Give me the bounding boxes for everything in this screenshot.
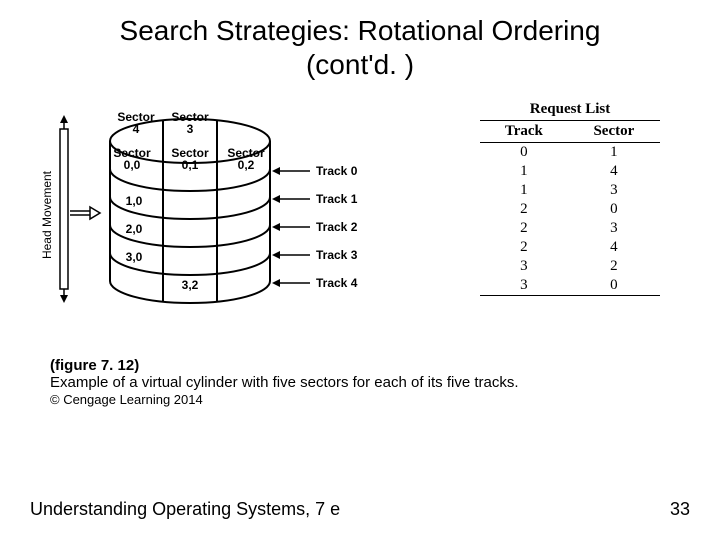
page-number: 33 (670, 499, 690, 520)
figure-caption: (figure 7. 12) Example of a virtual cyli… (50, 357, 670, 408)
footer-book-title: Understanding Operating Systems, 7 e (30, 499, 340, 520)
row-20: 2,0 (126, 222, 143, 236)
slide-footer: Understanding Operating Systems, 7 e 33 (30, 499, 690, 520)
slide-title: Search Strategies: Rotational Ordering (… (0, 0, 720, 81)
row-10: 1,0 (126, 194, 143, 208)
track-pointers: Track 0 Track 1 Track 2 Track 3 Track 4 (272, 164, 358, 290)
arrow-up-icon (60, 115, 68, 123)
sector01-label: Sector0,1 (171, 146, 209, 172)
arrow-left-icon (272, 279, 280, 287)
table-row: 23 (480, 219, 660, 238)
track2-label: Track 2 (316, 220, 358, 234)
table-row: 20 (480, 200, 660, 219)
sector00-label: Sector0,0 (113, 146, 151, 172)
cylinder-svg: Sector4 Sector3 Sector0,0 Sector0,1 Sect… (30, 101, 410, 331)
arrow-left-icon (272, 167, 280, 175)
arrow-down-icon (60, 295, 68, 303)
request-list-table: Track Sector 01 14 13 20 23 24 32 30 (480, 120, 660, 296)
figure-desc: Example of a virtual cylinder with five … (50, 374, 519, 391)
table-row: 32 (480, 257, 660, 276)
title-line1: Search Strategies: Rotational Ordering (120, 15, 601, 46)
track1-label: Track 1 (316, 192, 358, 206)
row-32: 3,2 (182, 278, 199, 292)
arrow-left-icon (272, 223, 280, 231)
sector02-label: Sector0,2 (227, 146, 265, 172)
table-row: 13 (480, 181, 660, 200)
table-row: 14 (480, 162, 660, 181)
track0-label: Track 0 (316, 164, 358, 178)
table-row: 24 (480, 238, 660, 257)
copyright-text: © Cengage Learning 2014 (50, 392, 203, 407)
track3-label: Track 3 (316, 248, 358, 262)
arm-arrow-icon (90, 207, 100, 219)
request-list-table-area: Request List Track Sector 01 14 13 20 23… (450, 101, 690, 296)
arrow-left-icon (272, 195, 280, 203)
head-movement-label: Head Movement (40, 171, 54, 259)
cylinder-figure: Head Movement (30, 101, 410, 331)
col-track: Track (480, 121, 568, 143)
head-bar (60, 129, 68, 289)
table-row: 30 (480, 276, 660, 296)
figure-label: (figure 7. 12) (50, 357, 139, 374)
col-sector: Sector (568, 121, 660, 143)
track4-label: Track 4 (316, 276, 358, 290)
sector4-label: Sector4 (117, 110, 155, 136)
arrow-left-icon (272, 251, 280, 259)
title-line2: (cont'd. ) (306, 49, 414, 80)
sector3-label: Sector3 (171, 110, 209, 136)
content-row: Head Movement (0, 101, 720, 331)
request-list-title: Request List (450, 101, 690, 118)
table-row: 01 (480, 143, 660, 163)
row-30: 3,0 (126, 250, 143, 264)
